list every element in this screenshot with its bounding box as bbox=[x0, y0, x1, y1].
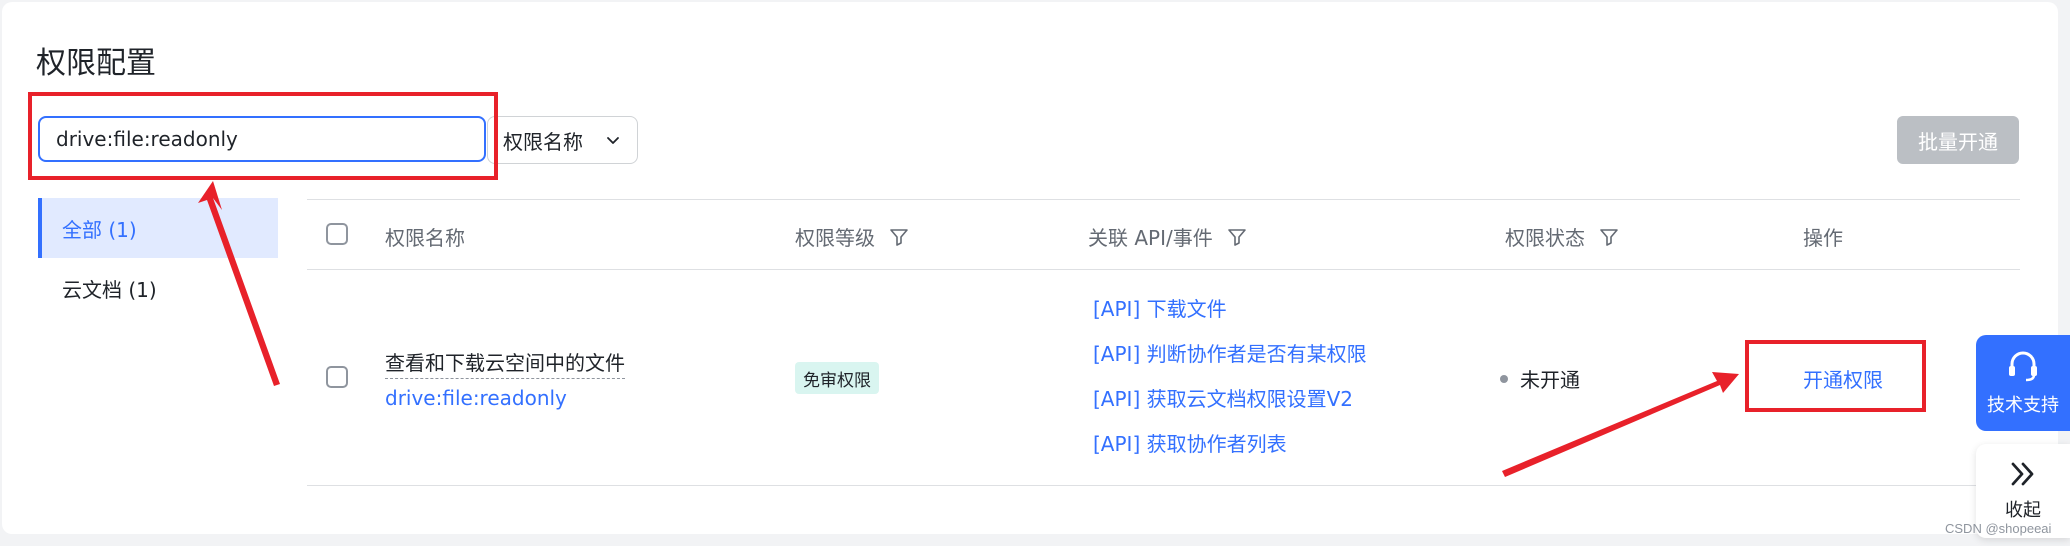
sidebar-item-all[interactable]: 全部 (1) bbox=[38, 198, 278, 258]
api-link-get-collaborators[interactable]: [API] 获取协作者列表 bbox=[1093, 428, 1287, 457]
filter-icon[interactable] bbox=[1599, 227, 1619, 247]
permission-status-label: 未开通 bbox=[1520, 368, 1580, 392]
table-top-border bbox=[307, 199, 2020, 200]
table-bottom-border bbox=[307, 485, 2020, 486]
collapse-label: 收起 bbox=[2005, 500, 2041, 521]
batch-enable-button[interactable]: 批量开通 bbox=[1897, 116, 2019, 164]
header-permission-status: 权限状态 bbox=[1505, 222, 1619, 251]
permission-code: drive:file:readonly bbox=[385, 386, 567, 410]
header-action: 操作 bbox=[1803, 222, 1843, 251]
sidebar-item-cloud-docs[interactable]: 云文档 (1) bbox=[38, 258, 278, 318]
header-permission-level-label: 权限等级 bbox=[795, 226, 875, 250]
double-chevron-right-icon bbox=[2011, 462, 2034, 486]
api-link-check-collaborator-permission[interactable]: [API] 判断协作者是否有某权限 bbox=[1093, 338, 1367, 367]
filter-field-select-value: 权限名称 bbox=[503, 129, 583, 154]
filter-icon[interactable] bbox=[889, 227, 909, 247]
header-action-label: 操作 bbox=[1803, 226, 1843, 250]
headset-icon bbox=[2009, 351, 2037, 382]
chevron-down-icon bbox=[607, 137, 619, 144]
row-checkbox[interactable] bbox=[326, 366, 348, 388]
status-dot bbox=[1500, 374, 1508, 383]
page-title: 权限配置 bbox=[36, 46, 156, 81]
header-permission-level: 权限等级 bbox=[795, 222, 909, 251]
search-input[interactable] bbox=[38, 116, 486, 162]
filter-field-select[interactable]: 权限名称 bbox=[487, 116, 638, 164]
watermark: CSDN @shopeeai bbox=[1945, 521, 2052, 536]
tech-support-button[interactable]: 技术支持 bbox=[1976, 335, 2070, 431]
header-permission-name-label: 权限名称 bbox=[385, 226, 465, 250]
permission-level-badge: 免审权限 bbox=[795, 362, 879, 394]
header-permission-status-label: 权限状态 bbox=[1505, 226, 1585, 250]
tech-support-label: 技术支持 bbox=[1987, 395, 2059, 416]
header-related-api: 关联 API/事件 bbox=[1088, 222, 1247, 251]
enable-permission-link[interactable]: 开通权限 bbox=[1803, 364, 1883, 393]
api-link-get-permission-settings-v2[interactable]: [API] 获取云文档权限设置V2 bbox=[1093, 383, 1353, 412]
permission-name: 查看和下载云空间中的文件 bbox=[385, 347, 625, 379]
header-permission-name: 权限名称 bbox=[385, 222, 465, 251]
permission-config-card bbox=[2, 2, 2058, 534]
api-link-download-file[interactable]: [API] 下载文件 bbox=[1093, 293, 1227, 322]
permission-status: 未开通 bbox=[1500, 364, 1580, 393]
select-all-checkbox[interactable] bbox=[326, 223, 348, 245]
table-header-divider bbox=[307, 269, 2020, 270]
header-related-api-label: 关联 API/事件 bbox=[1088, 226, 1213, 250]
filter-icon[interactable] bbox=[1227, 227, 1247, 247]
